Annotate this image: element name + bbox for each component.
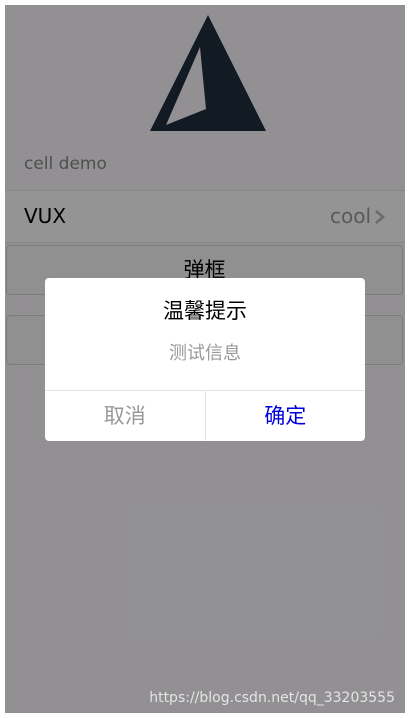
- watermark: https://blog.csdn.net/qq_33203555: [149, 690, 395, 706]
- phone-screen: cell demo VUX cool 弹框 温馨提示 测试信息 取消 确定 ht…: [5, 5, 405, 713]
- dialog-cancel-button[interactable]: 取消: [45, 391, 206, 441]
- confirm-dialog: 温馨提示 测试信息 取消 确定: [45, 278, 365, 441]
- dialog-confirm-button[interactable]: 确定: [206, 391, 366, 441]
- dialog-content: 测试信息: [169, 343, 241, 364]
- dialog-title: 温馨提示: [163, 299, 247, 323]
- dialog-footer: 取消 确定: [45, 390, 365, 441]
